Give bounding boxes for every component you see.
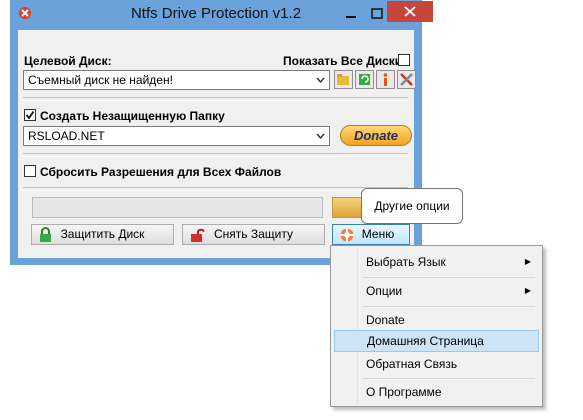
info-button[interactable] [376, 70, 395, 89]
unlock-icon [191, 228, 205, 242]
client-area: Целевой Диск: Показать Все Диски Съемный… [18, 30, 416, 258]
show-all-disks-label: Показать Все Диски [283, 54, 403, 68]
menu-item-options[interactable]: Опции ▶ [334, 280, 539, 302]
unprotected-folder-value: RSLOAD.NET [28, 129, 105, 143]
reset-permissions-checkbox[interactable] [24, 165, 36, 177]
unprotected-folder-select[interactable]: RSLOAD.NET [23, 126, 330, 146]
chevron-down-icon [316, 133, 325, 139]
tools-button[interactable] [397, 70, 416, 89]
menu-item-homepage[interactable]: Домашняя Страница [334, 330, 539, 352]
show-all-disks-checkbox[interactable] [398, 54, 410, 66]
separator [23, 153, 408, 157]
target-disk-value: Съемный диск не найден! [28, 73, 173, 87]
maximize-button[interactable] [366, 6, 388, 22]
menu-item-select-language[interactable]: Выбрать Язык ▶ [334, 251, 539, 273]
menu-item-label: Donate [366, 313, 405, 327]
menu-separator [363, 378, 535, 379]
target-disk-select[interactable]: Съемный диск не найден! [23, 70, 330, 90]
menu-item-label: Выбрать Язык [366, 255, 446, 269]
menu-item-label: О Программе [366, 385, 442, 399]
app-window: Ntfs Drive Protection v1.2 Целевой Диск:… [10, 0, 433, 265]
close-icon [404, 6, 416, 17]
menu-separator [363, 277, 535, 278]
target-disk-label: Целевой Диск: [24, 54, 112, 68]
info-icon [383, 73, 388, 86]
separator [23, 187, 408, 191]
refresh-button[interactable] [355, 70, 374, 89]
donate-button[interactable]: Donate [340, 125, 412, 146]
chevron-down-icon [316, 77, 325, 83]
checkmark-icon [25, 110, 35, 120]
create-unprotected-folder-label: Создать Незащищенную Папку [40, 109, 225, 123]
menu-item-about[interactable]: О Программе [334, 381, 539, 403]
context-menu: Выбрать Язык ▶ Опции ▶ Donate Домашняя С… [330, 245, 543, 407]
tools-icon [400, 73, 413, 86]
lock-icon [40, 227, 51, 242]
progress-bar [32, 197, 323, 218]
remove-protection-button[interactable]: Снять Защиту [182, 224, 325, 245]
menu-item-donate[interactable]: Donate [334, 309, 539, 331]
submenu-arrow-icon: ▶ [524, 257, 531, 266]
create-unprotected-folder-checkbox[interactable] [24, 109, 36, 121]
menu-item-label: Обратная Связь [366, 357, 458, 371]
submenu-arrow-icon: ▶ [524, 286, 531, 295]
menu-button[interactable]: Меню [332, 224, 410, 245]
separator [23, 97, 408, 101]
menu-item-feedback[interactable]: Обратная Связь [334, 353, 539, 375]
tooltip: Другие опции [361, 188, 463, 224]
menu-item-label: Домашняя Страница [367, 334, 484, 348]
menu-item-label: Опции [366, 284, 403, 298]
refresh-icon [359, 74, 370, 85]
lifebuoy-icon [340, 228, 354, 242]
protect-disk-label: Защитить Диск [60, 227, 145, 241]
open-folder-icon [337, 74, 349, 85]
close-button[interactable] [387, 1, 433, 22]
title-bar[interactable]: Ntfs Drive Protection v1.2 [10, 0, 433, 28]
remove-protection-label: Снять Защиту [213, 227, 293, 241]
menu-separator [363, 306, 535, 307]
protect-disk-button[interactable]: Защитить Диск [31, 224, 174, 245]
open-folder-button[interactable] [334, 70, 353, 89]
reset-permissions-label: Сбросить Разрешения для Всех Файлов [40, 165, 282, 179]
minimize-button[interactable] [340, 6, 362, 22]
